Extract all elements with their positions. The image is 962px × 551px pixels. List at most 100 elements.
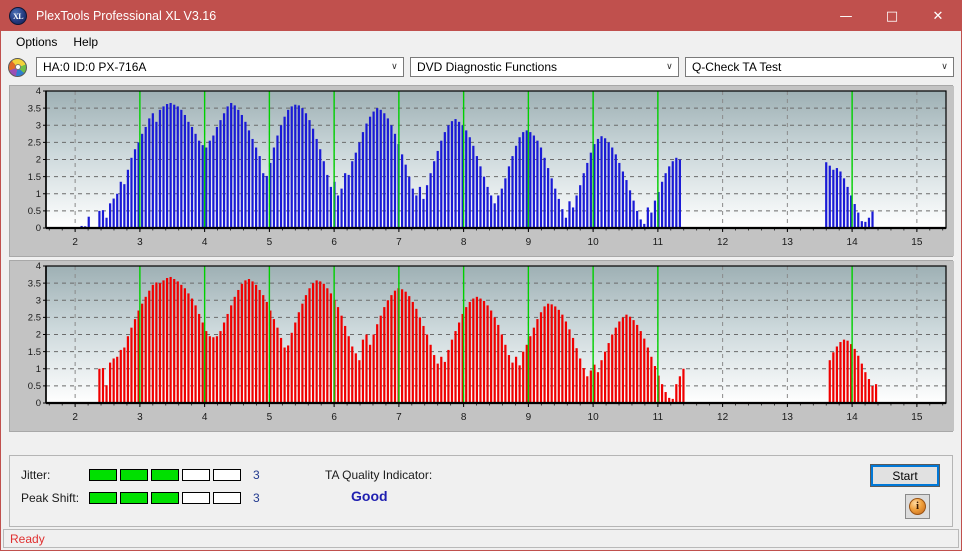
- jitter-chart: 0 0.5 1 1.5 2 2.5 3 3.5 4 2 3 4 5 6 7 8 9 10 11 12 13 14 15: [10, 86, 954, 256]
- svg-text:2.5: 2.5: [28, 138, 41, 149]
- meter-cell: [120, 469, 148, 481]
- svg-text:5: 5: [267, 412, 273, 423]
- svg-text:3.5: 3.5: [28, 278, 41, 289]
- svg-text:1.5: 1.5: [28, 172, 41, 183]
- svg-text:2: 2: [36, 330, 41, 341]
- svg-text:3.5: 3.5: [28, 103, 41, 114]
- results-panel: Jitter: 3 Peak Shift: 3 TA Quality Indic…: [9, 455, 953, 527]
- svg-text:6: 6: [331, 412, 337, 423]
- chevron-down-icon: ∨: [936, 62, 953, 72]
- svg-text:0.5: 0.5: [28, 206, 41, 217]
- svg-text:5: 5: [267, 237, 273, 248]
- status-text: Ready: [4, 532, 45, 546]
- meter-cell: [182, 492, 210, 504]
- svg-text:2.5: 2.5: [28, 313, 41, 324]
- jitter-row: Jitter: 3: [21, 468, 260, 482]
- test-select-value: Q-Check TA Test: [686, 60, 936, 74]
- ta-quality-label: TA Quality Indicator:: [325, 468, 432, 482]
- meter-cell: [120, 492, 148, 504]
- info-button[interactable]: i: [905, 494, 930, 519]
- test-select[interactable]: Q-Check TA Test ∨: [685, 57, 954, 77]
- svg-text:2: 2: [72, 237, 78, 248]
- jitter-meter: [89, 469, 241, 481]
- svg-text:1: 1: [36, 189, 41, 200]
- application-window: XL PlexTools Professional XL V3.16 — □ ✕…: [0, 0, 962, 551]
- meter-cell: [182, 469, 210, 481]
- svg-text:7: 7: [396, 412, 402, 423]
- window-controls: — □ ✕: [823, 1, 961, 31]
- meter-cell: [151, 492, 179, 504]
- title-bar: XL PlexTools Professional XL V3.16 — □ ✕: [1, 1, 961, 31]
- svg-text:0: 0: [36, 398, 41, 409]
- svg-text:14: 14: [847, 412, 859, 423]
- peak-shift-chart: 0 0.5 1 1.5 2 2.5 3 3.5 4 2 3 4 5 6 7 8 9 10 11 12 13 14 15: [10, 261, 954, 431]
- meter-cell: [89, 469, 117, 481]
- charts-area: 00.511.522.533.5423456789101112131415 00…: [1, 82, 961, 454]
- svg-text:9: 9: [526, 412, 532, 423]
- meter-cell: [213, 492, 241, 504]
- app-logo-icon: XL: [9, 7, 27, 25]
- svg-text:2: 2: [72, 412, 78, 423]
- close-icon[interactable]: ✕: [915, 1, 961, 31]
- svg-text:11: 11: [653, 237, 664, 248]
- jitter-label: Jitter:: [21, 468, 89, 482]
- svg-text:14: 14: [847, 237, 859, 248]
- svg-text:3: 3: [36, 295, 41, 306]
- ta-quality-value: Good: [351, 488, 432, 504]
- svg-text:4: 4: [36, 261, 41, 272]
- svg-text:8: 8: [461, 412, 467, 423]
- maximize-icon[interactable]: □: [869, 1, 915, 31]
- peak-shift-meter: [89, 492, 241, 504]
- status-bar: Ready: [3, 529, 959, 548]
- meter-cell: [213, 469, 241, 481]
- svg-text:3: 3: [137, 412, 143, 423]
- function-select[interactable]: DVD Diagnostic Functions ∨: [410, 57, 679, 77]
- peak-shift-label: Peak Shift:: [21, 491, 89, 505]
- svg-text:3: 3: [36, 120, 41, 131]
- jitter-value: 3: [253, 468, 260, 482]
- svg-text:6: 6: [331, 237, 337, 248]
- optical-disc-icon: [8, 58, 27, 77]
- chevron-down-icon: ∨: [661, 62, 678, 72]
- peak-shift-value: 3: [253, 491, 260, 505]
- svg-text:4: 4: [202, 237, 208, 248]
- svg-text:13: 13: [782, 237, 794, 248]
- svg-text:7: 7: [396, 237, 402, 248]
- svg-text:1.5: 1.5: [28, 347, 41, 358]
- svg-text:3: 3: [137, 237, 143, 248]
- svg-text:11: 11: [653, 412, 664, 423]
- menu-item-help[interactable]: Help: [65, 33, 106, 51]
- minimize-icon[interactable]: —: [823, 1, 869, 31]
- svg-text:13: 13: [782, 412, 794, 423]
- ta-quality-block: TA Quality Indicator: Good: [325, 468, 432, 504]
- info-icon: i: [909, 498, 926, 515]
- meter-cell: [151, 469, 179, 481]
- jitter-chart-panel: 0 0.5 1 1.5 2 2.5 3 3.5 4 2 3 4 5 6 7 8 9 10 11 12 13 14 15: [9, 85, 953, 257]
- svg-text:9: 9: [526, 237, 532, 248]
- menu-bar: Options Help: [1, 31, 961, 52]
- svg-text:12: 12: [717, 412, 729, 423]
- svg-text:15: 15: [911, 237, 923, 248]
- drive-select-value: HA:0 ID:0 PX-716A: [37, 60, 386, 74]
- svg-text:2: 2: [36, 155, 41, 166]
- svg-text:4: 4: [36, 86, 41, 97]
- peak-shift-chart-panel: 0 0.5 1 1.5 2 2.5 3 3.5 4 2 3 4 5 6 7 8 9 10 11 12 13 14 15: [9, 260, 953, 432]
- window-title: PlexTools Professional XL V3.16: [36, 9, 216, 23]
- svg-text:10: 10: [588, 237, 600, 248]
- svg-text:0: 0: [36, 223, 41, 234]
- drive-select[interactable]: HA:0 ID:0 PX-716A ∨: [36, 57, 404, 77]
- function-select-value: DVD Diagnostic Functions: [411, 60, 661, 74]
- menu-item-options[interactable]: Options: [8, 33, 65, 51]
- chevron-down-icon: ∨: [386, 62, 403, 72]
- selector-toolbar: HA:0 ID:0 PX-716A ∨ DVD Diagnostic Funct…: [1, 52, 961, 82]
- svg-text:1: 1: [36, 364, 41, 375]
- svg-text:10: 10: [588, 412, 600, 423]
- svg-text:0.5: 0.5: [28, 381, 41, 392]
- svg-text:12: 12: [717, 237, 729, 248]
- peak-shift-row: Peak Shift: 3: [21, 491, 260, 505]
- start-button[interactable]: Start: [870, 464, 940, 487]
- svg-text:15: 15: [911, 412, 923, 423]
- meter-cell: [89, 492, 117, 504]
- svg-text:4: 4: [202, 412, 208, 423]
- svg-text:8: 8: [461, 237, 467, 248]
